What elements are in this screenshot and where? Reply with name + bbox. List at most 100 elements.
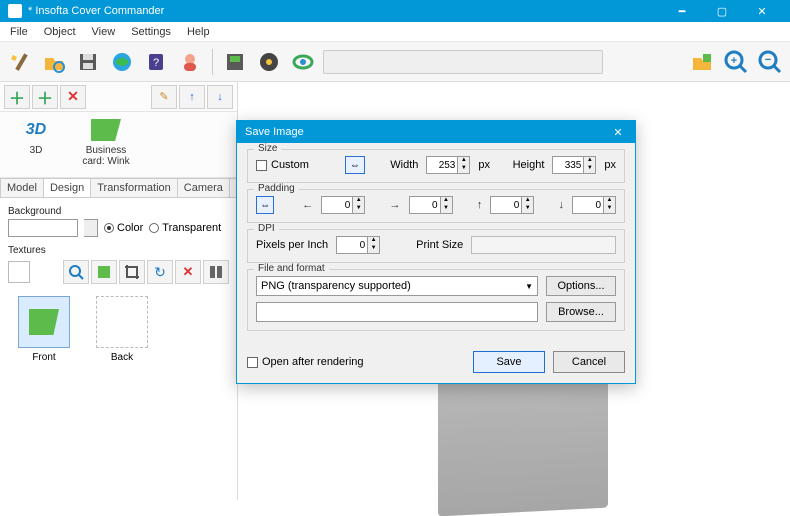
- menu-object[interactable]: Object: [36, 24, 84, 40]
- window-title: * Insofta Cover Commander: [28, 5, 662, 17]
- delete-object-button[interactable]: ✕: [60, 85, 86, 109]
- background-color-dropdown[interactable]: [84, 219, 98, 237]
- dialog-footer: Open after rendering Save Cancel: [237, 347, 635, 383]
- help-book-icon[interactable]: ?: [142, 48, 170, 76]
- padding-group: Padding ⇔ ← ▲▼ → ▲▼ ↑ ▲▼ ↓ ▲▼: [247, 189, 625, 223]
- ppi-label: Pixels per Inch: [256, 239, 328, 251]
- globe-icon[interactable]: [108, 48, 136, 76]
- browse-button[interactable]: Browse...: [546, 302, 616, 322]
- dialog-close-button[interactable]: ✕: [609, 126, 627, 139]
- texture-settings-icon[interactable]: [203, 260, 229, 284]
- layer-icon[interactable]: [688, 48, 716, 76]
- move-up-icon[interactable]: ↑: [179, 85, 205, 109]
- texture-refresh-icon[interactable]: ↻: [147, 260, 173, 284]
- padding-left-spinner[interactable]: ▲▼: [353, 196, 365, 214]
- gallery-thumb-card: [89, 116, 123, 144]
- dialog-titlebar: Save Image ✕: [237, 121, 635, 143]
- padding-bottom-input[interactable]: [572, 196, 604, 214]
- film-icon[interactable]: [255, 48, 283, 76]
- minimize-button[interactable]: ━: [662, 0, 702, 22]
- save-icon[interactable]: [74, 48, 102, 76]
- padding-bottom-spinner[interactable]: ▲▼: [604, 196, 616, 214]
- zoom-out-icon[interactable]: −: [756, 48, 784, 76]
- menu-settings[interactable]: Settings: [123, 24, 179, 40]
- texture-crop-icon[interactable]: [119, 260, 145, 284]
- wizard-icon[interactable]: [6, 48, 34, 76]
- padding-left-input[interactable]: [321, 196, 353, 214]
- arrow-up-icon: ↑: [477, 199, 483, 211]
- padding-link-icon[interactable]: ⇔: [256, 196, 274, 214]
- gallery-label: Business card: Wink: [78, 146, 134, 167]
- edit-icon[interactable]: ✎: [151, 85, 177, 109]
- texture-swatch[interactable]: [8, 261, 30, 283]
- tab-camera[interactable]: Camera: [177, 178, 230, 197]
- height-input[interactable]: [552, 156, 584, 174]
- custom-checkbox[interactable]: Custom: [256, 159, 309, 171]
- gallery-item-3d[interactable]: 3D 3D: [8, 116, 64, 157]
- width-spinner[interactable]: ▲▼: [458, 156, 470, 174]
- padding-top-input[interactable]: [490, 196, 522, 214]
- texture-item-back[interactable]: Back: [92, 296, 152, 363]
- printsize-label: Print Size: [416, 239, 463, 251]
- ppi-input[interactable]: [336, 236, 368, 254]
- height-spinner[interactable]: ▲▼: [584, 156, 596, 174]
- size-link-icon[interactable]: ⇔: [345, 156, 365, 174]
- arrow-down-icon: ↓: [559, 199, 565, 211]
- file-legend: File and format: [254, 263, 329, 274]
- width-input[interactable]: [426, 156, 458, 174]
- height-label: Height: [513, 159, 545, 171]
- menu-view[interactable]: View: [84, 24, 124, 40]
- main-toolbar: ? + −: [0, 42, 790, 82]
- tab-transformation[interactable]: Transformation: [90, 178, 178, 197]
- ppi-spinner[interactable]: ▲▼: [368, 236, 380, 254]
- move-down-icon[interactable]: ↓: [207, 85, 233, 109]
- tab-design[interactable]: Design: [43, 178, 91, 197]
- size-group: Size Custom ⇔ Width ▲▼ px Height ▲▼ px: [247, 149, 625, 183]
- padding-legend: Padding: [254, 183, 299, 194]
- padding-right-input[interactable]: [409, 196, 441, 214]
- sidebar: ＋ ＋ ✕ ✎ ↑ ↓ 3D 3D Business card: Wink Mo…: [0, 82, 238, 500]
- background-color-swatch[interactable]: [8, 219, 78, 237]
- gallery-item-business-card[interactable]: Business card: Wink: [78, 116, 134, 167]
- radio-color[interactable]: Color: [104, 222, 143, 234]
- zoom-in-icon[interactable]: +: [722, 48, 750, 76]
- save-image-icon[interactable]: [221, 48, 249, 76]
- open-icon[interactable]: [40, 48, 68, 76]
- support-icon[interactable]: [176, 48, 204, 76]
- add-object-button[interactable]: ＋: [4, 85, 30, 109]
- save-button[interactable]: Save: [473, 351, 545, 373]
- menubar: File Object View Settings Help: [0, 22, 790, 42]
- texture-fill-icon[interactable]: [91, 260, 117, 284]
- texture-delete-icon[interactable]: ✕: [175, 260, 201, 284]
- size-legend: Size: [254, 143, 281, 154]
- textures-label: Textures: [8, 245, 229, 256]
- arrow-right-icon: →: [390, 199, 401, 211]
- padding-top-spinner[interactable]: ▲▼: [522, 196, 534, 214]
- dialog-title: Save Image: [245, 126, 304, 138]
- object-gallery: 3D 3D Business card: Wink: [0, 112, 237, 178]
- texture-label: Back: [92, 352, 152, 363]
- padding-right-spinner[interactable]: ▲▼: [441, 196, 453, 214]
- file-group: File and format PNG (transparency suppor…: [247, 269, 625, 331]
- menu-help[interactable]: Help: [179, 24, 218, 40]
- titlebar: * Insofta Cover Commander ━ ▢ ✕: [0, 0, 790, 22]
- texture-toolbar: ↻ ✕: [8, 260, 229, 284]
- radio-transparent[interactable]: Transparent: [149, 222, 221, 234]
- svg-text:?: ?: [153, 57, 159, 69]
- cancel-button[interactable]: Cancel: [553, 351, 625, 373]
- texture-browse-icon[interactable]: [63, 260, 89, 284]
- maximize-button[interactable]: ▢: [702, 0, 742, 22]
- toolbar-slot[interactable]: [323, 50, 603, 74]
- tab-body: Background Color Transparent Textures ↻ …: [0, 198, 237, 500]
- options-button[interactable]: Options...: [546, 276, 616, 296]
- close-button[interactable]: ✕: [742, 0, 782, 22]
- add-object-alt-button[interactable]: ＋: [32, 85, 58, 109]
- menu-file[interactable]: File: [2, 24, 36, 40]
- texture-item-front[interactable]: Front: [14, 296, 74, 363]
- format-select[interactable]: PNG (transparency supported)▼: [256, 276, 538, 296]
- preview-icon[interactable]: [289, 48, 317, 76]
- path-input[interactable]: [256, 302, 538, 322]
- width-unit: px: [478, 159, 490, 171]
- tab-model[interactable]: Model: [0, 178, 44, 197]
- open-after-checkbox[interactable]: Open after rendering: [247, 356, 364, 368]
